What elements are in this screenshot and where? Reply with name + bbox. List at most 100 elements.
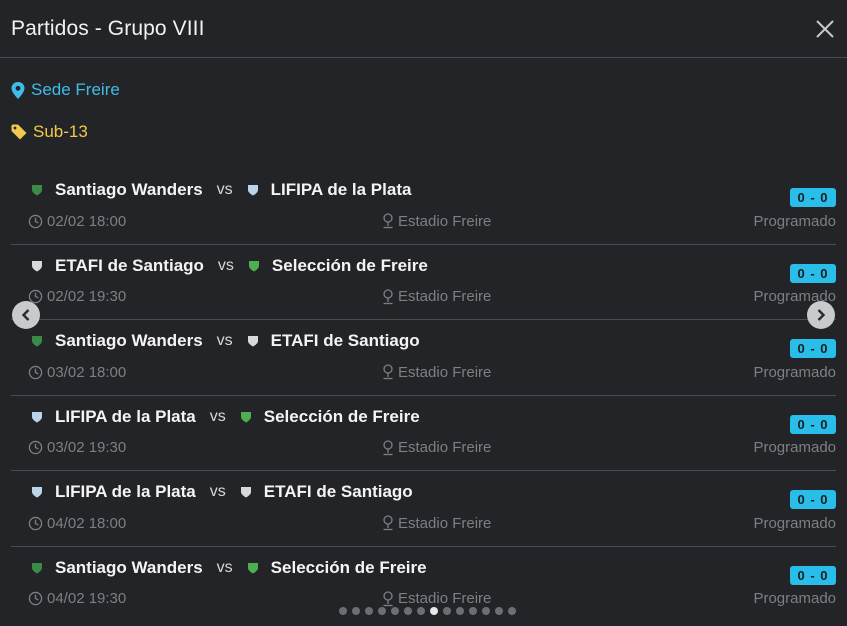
match-row[interactable]: LIFIPA de la Plata vs ETAFI de Santiago … <box>11 471 836 547</box>
match-status: Programado <box>753 590 836 607</box>
home-crest-icon <box>32 260 42 271</box>
away-team-name: LIFIPA de la Plata <box>270 180 412 199</box>
teams-line: ETAFI de Santiago vs Selección de Freire… <box>11 255 836 283</box>
away-team-name: ETAFI de Santiago <box>270 331 420 350</box>
stadium-name: Estadio Freire <box>398 212 492 230</box>
vs-label: vs <box>209 483 226 500</box>
stadium-name: Estadio Freire <box>398 288 492 305</box>
info-line: 02/02 19:30 Estadio Freire Programado <box>11 287 836 307</box>
location-pin-icon <box>383 213 393 229</box>
home-crest-icon <box>32 562 42 573</box>
vs-label: vs <box>216 332 233 349</box>
pagination-dot[interactable] <box>482 607 490 615</box>
match-time: 03/02 18:00 <box>28 364 126 381</box>
pagination-dot[interactable] <box>495 607 503 615</box>
home-team: Santiago Wanders <box>11 331 203 351</box>
match-row[interactable]: Santiago Wanders vs ETAFI de Santiago 0 … <box>11 320 836 396</box>
home-team-name: Santiago Wanders <box>55 331 203 350</box>
pagination-dot[interactable] <box>430 607 438 615</box>
away-team: Selección de Freire <box>226 407 420 427</box>
score-badge: 0 - 0 <box>790 263 836 283</box>
pagination-dot[interactable] <box>508 607 516 615</box>
stadium-name: Estadio Freire <box>398 439 492 456</box>
pagination-dot[interactable] <box>417 607 425 615</box>
location-pin-icon <box>383 515 393 531</box>
match-status: Programado <box>753 363 836 381</box>
stadium-name: Estadio Freire <box>398 590 492 607</box>
home-team-name: LIFIPA de la Plata <box>55 482 196 501</box>
teams-line: LIFIPA de la Plata vs ETAFI de Santiago … <box>11 481 836 509</box>
carousel-prev-button[interactable] <box>12 301 40 329</box>
match-row[interactable]: Santiago Wanders vs LIFIPA de la Plata 0… <box>11 169 836 245</box>
vs-label: vs <box>209 407 226 425</box>
match-datetime: 03/02 19:30 <box>47 439 127 456</box>
match-stadium: Estadio Freire <box>382 364 491 381</box>
match-status: Programado <box>753 439 836 456</box>
home-team: LIFIPA de la Plata <box>11 407 196 427</box>
clock-icon <box>28 591 43 606</box>
match-datetime: 02/02 18:00 <box>47 212 127 230</box>
category-label: Sub-13 <box>33 122 88 141</box>
location-pin-icon <box>383 364 393 380</box>
away-team-name: Selección de Freire <box>271 255 428 275</box>
vs-label: vs <box>216 558 233 576</box>
carousel-pagination <box>339 607 516 615</box>
info-line: 04/02 19:30 Estadio Freire Programado <box>11 589 836 609</box>
home-crest-icon <box>32 487 42 498</box>
teams-line: Santiago Wanders vs Selección de Freire … <box>11 557 836 585</box>
match-row[interactable]: LIFIPA de la Plata vs Selección de Freir… <box>11 396 836 471</box>
pagination-dot[interactable] <box>391 607 399 615</box>
match-time: 03/02 19:30 <box>28 439 126 456</box>
matches-modal: Partidos - Grupo VIII Sede Freire Sub-13 <box>0 0 847 626</box>
pagination-dot[interactable] <box>443 607 451 615</box>
clock-icon <box>28 440 43 455</box>
match-time: 02/02 18:00 <box>28 213 126 230</box>
away-team: Selección de Freire <box>234 256 428 276</box>
away-crest-icon <box>240 487 251 498</box>
teams-line: Santiago Wanders vs LIFIPA de la Plata 0… <box>11 179 836 207</box>
info-line: 04/02 18:00 Estadio Freire Programado <box>11 513 836 533</box>
away-team: ETAFI de Santiago <box>226 482 413 502</box>
score-badge: 0 - 0 <box>790 339 836 358</box>
match-stadium: Estadio Freire <box>382 439 491 456</box>
pagination-dot[interactable] <box>404 607 412 615</box>
pagination-dot[interactable] <box>352 607 360 615</box>
clock-icon <box>28 365 43 379</box>
stadium-name: Estadio Freire <box>398 514 492 532</box>
home-team-name: Santiago Wanders <box>55 180 203 199</box>
away-crest-icon <box>240 411 251 422</box>
carousel-next-button[interactable] <box>807 301 835 329</box>
teams-line: Santiago Wanders vs ETAFI de Santiago 0 … <box>11 330 836 358</box>
location-pin-icon <box>383 288 393 304</box>
score-badge: 0 - 0 <box>790 188 836 207</box>
tag-icon <box>11 124 27 140</box>
match-list: Santiago Wanders vs LIFIPA de la Plata 0… <box>0 169 847 622</box>
match-row[interactable]: ETAFI de Santiago vs Selección de Freire… <box>11 245 836 320</box>
category-row: Sub-13 <box>11 122 836 142</box>
clock-icon <box>28 516 43 530</box>
vs-label: vs <box>217 256 234 274</box>
vs-label: vs <box>216 181 233 198</box>
home-team-name: Santiago Wanders <box>55 557 203 577</box>
home-crest-icon <box>32 185 42 196</box>
score-badge: 0 - 0 <box>790 414 836 434</box>
pagination-dot[interactable] <box>339 607 347 615</box>
clock-icon <box>28 214 43 228</box>
match-status: Programado <box>753 514 836 532</box>
modal-header: Partidos - Grupo VIII <box>0 0 847 58</box>
info-line: 03/02 19:30 Estadio Freire Programado <box>11 438 836 458</box>
home-team: Santiago Wanders <box>11 558 203 578</box>
pagination-dot[interactable] <box>365 607 373 615</box>
meta-section: Sede Freire Sub-13 <box>0 80 847 142</box>
pagination-dot[interactable] <box>378 607 386 615</box>
pagination-dot[interactable] <box>456 607 464 615</box>
away-crest-icon <box>248 260 259 271</box>
chevron-right-icon <box>817 309 826 321</box>
map-pin-icon <box>11 81 25 99</box>
pagination-dot[interactable] <box>469 607 477 615</box>
home-team: LIFIPA de la Plata <box>11 482 196 502</box>
score-badge: 0 - 0 <box>790 565 836 585</box>
close-button[interactable] <box>811 15 839 43</box>
match-stadium: Estadio Freire <box>382 288 491 305</box>
away-team-name: Selección de Freire <box>263 406 420 426</box>
